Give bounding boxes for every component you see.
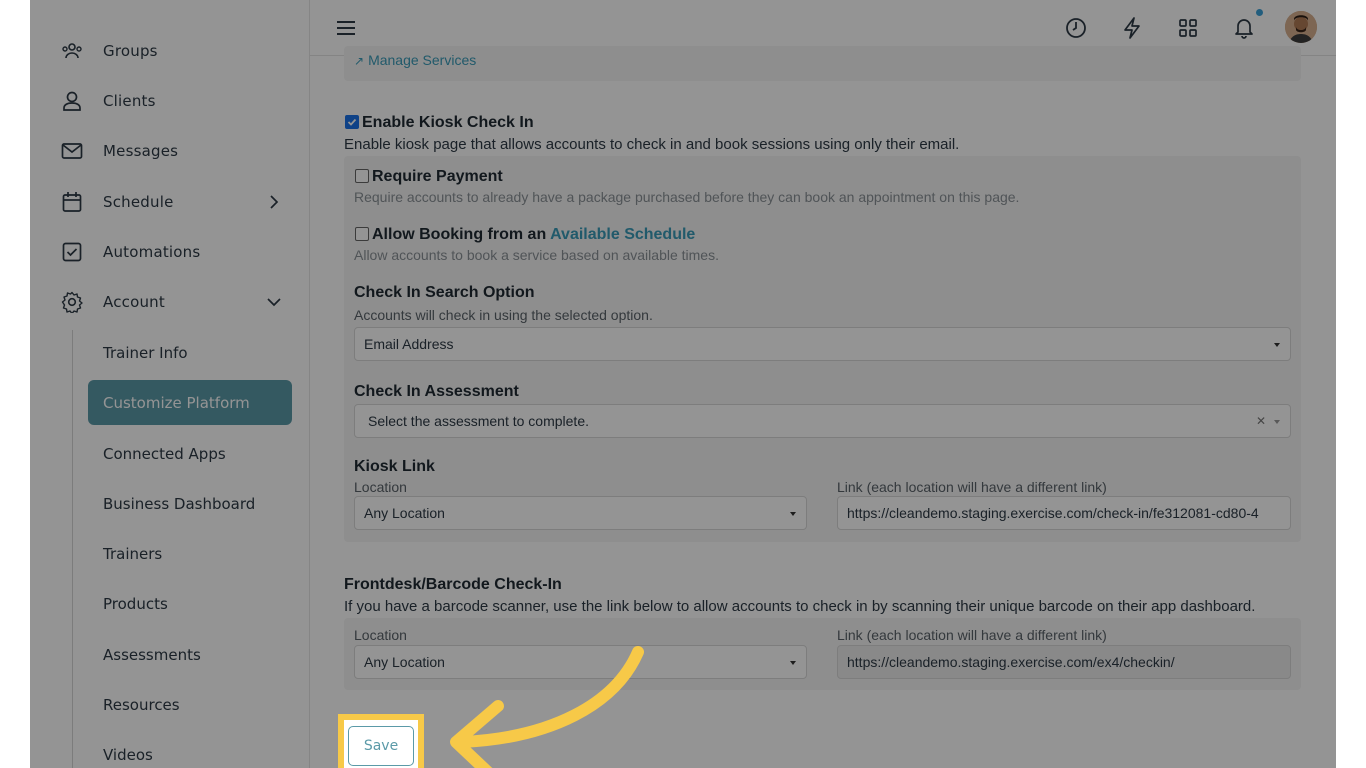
save-highlight: Save <box>338 714 424 768</box>
app-window: Groups Clients Messages Schedule Automat… <box>30 0 1336 768</box>
tutorial-arrow <box>450 646 644 768</box>
save-button[interactable]: Save <box>348 726 414 766</box>
